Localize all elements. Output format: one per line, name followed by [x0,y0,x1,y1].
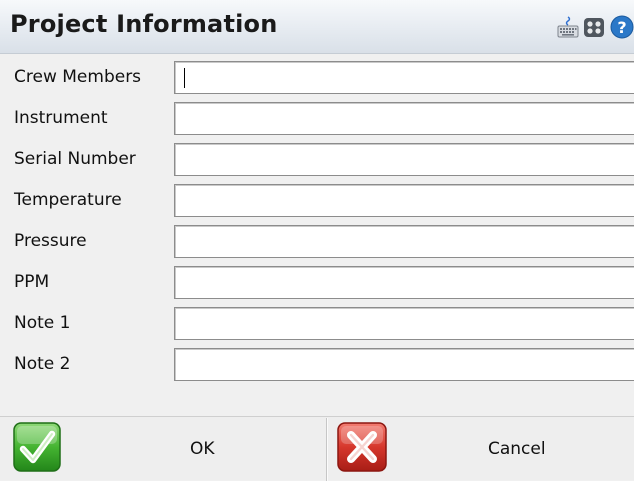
note-2-label: Note 2 [14,354,71,374]
serial-number-label: Serial Number [14,149,136,169]
cancel-button-label: Cancel [488,439,546,459]
note-2-input[interactable] [174,348,634,381]
pressure-input[interactable] [174,225,634,258]
crew-members-label: Crew Members [14,67,142,87]
help-glyph: ? [617,18,626,37]
form-row-note-2: Note 2 [0,348,634,383]
form-row-pressure: Pressure [0,225,634,260]
form-row-note-1: Note 1 [0,307,634,342]
pressure-label: Pressure [14,231,87,251]
note-1-input[interactable] [174,307,634,340]
text-caret [184,68,185,88]
form-row-serial-number: Serial Number [0,143,634,178]
title-bar: Project Information ? [0,0,634,54]
instrument-label: Instrument [14,108,108,128]
serial-number-input[interactable] [174,143,634,176]
button-divider [326,418,327,481]
ppm-input[interactable] [174,266,634,299]
ok-button[interactable]: OK [0,418,326,481]
form-row-instrument: Instrument [0,102,634,137]
keyboard-icon[interactable] [557,15,579,43]
checkmark-icon [12,421,62,481]
ok-button-label: OK [190,439,215,459]
red-x-icon [336,421,388,481]
instrument-input[interactable] [174,102,634,135]
help-icon[interactable]: ? [610,15,634,43]
button-bar: OK Cancel [0,416,634,481]
form-row-ppm: PPM [0,266,634,301]
temperature-input[interactable] [174,184,634,217]
form-row-temperature: Temperature [0,184,634,219]
crew-members-input[interactable] [174,61,634,94]
form-row-crew-members: Crew Members [0,61,634,96]
ppm-label: PPM [14,272,50,292]
temperature-label: Temperature [14,190,122,210]
grid-icon[interactable] [583,15,605,43]
cancel-button[interactable]: Cancel [328,418,634,481]
note-1-label: Note 1 [14,313,71,333]
page-title: Project Information [10,10,278,38]
